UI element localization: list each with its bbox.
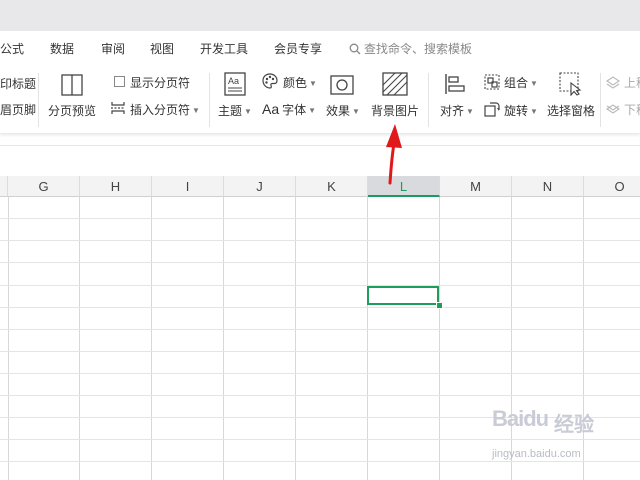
formula-bar[interactable]: [0, 145, 640, 177]
search-icon: [349, 43, 361, 55]
theme-label: 主题: [218, 104, 243, 118]
search-placeholder: 查找命令、搜索模板: [364, 42, 473, 56]
menu-data[interactable]: 数据: [50, 40, 74, 57]
align-label: 对齐: [440, 104, 465, 118]
effects-icon: [330, 75, 354, 95]
active-cell[interactable]: [367, 286, 439, 305]
column-header-i[interactable]: I: [152, 176, 224, 197]
chevron-down-icon: ▼: [352, 107, 360, 116]
page-break-preview-button[interactable]: 分页预览: [48, 102, 96, 119]
group-button[interactable]: 组合 ▼: [504, 74, 538, 91]
grid-line: [0, 262, 640, 263]
send-backward-button[interactable]: 下移: [624, 101, 640, 118]
baidu-jingyan-watermark: Baidu 经验 jingyan.baidu.com: [492, 406, 612, 466]
background-image-button[interactable]: 背景图片: [371, 102, 419, 119]
group-icon: [484, 74, 500, 90]
chevron-down-icon: ▼: [192, 106, 200, 115]
chevron-down-icon: ▼: [244, 107, 252, 116]
print-title-button[interactable]: 印标题: [0, 75, 36, 92]
group-label: 组合: [504, 76, 529, 90]
chevron-down-icon: ▼: [466, 107, 474, 116]
effects-label: 效果: [326, 104, 351, 118]
grid-line: [0, 329, 640, 330]
effects-button[interactable]: 效果 ▼: [326, 102, 360, 119]
svg-text:Aa: Aa: [228, 76, 239, 86]
command-search[interactable]: 查找命令、搜索模板: [349, 40, 472, 57]
bring-forward-icon: [606, 76, 620, 89]
watermark-logo-cn: 经验: [554, 414, 594, 436]
theme-icon: Aa: [224, 72, 246, 96]
menu-member[interactable]: 会员专享: [274, 40, 322, 57]
ribbon-separator: [428, 73, 429, 127]
grid-line: [0, 395, 640, 396]
chevron-down-icon: ▼: [308, 106, 317, 115]
column-header-l[interactable]: L: [368, 176, 440, 197]
insert-page-break-label: 插入分页符: [130, 103, 191, 117]
menu-review[interactable]: 审阅: [101, 40, 125, 57]
font-icon: Aa: [262, 101, 280, 117]
grid-line: [0, 307, 640, 308]
watermark-logo: Baidu: [492, 406, 549, 431]
selection-pane-button[interactable]: 选择窗格: [547, 102, 595, 119]
background-image-icon: [382, 72, 408, 96]
header-footer-button[interactable]: 眉页脚: [0, 101, 36, 118]
show-page-breaks-checkbox[interactable]: [114, 76, 125, 87]
column-header-f[interactable]: [0, 176, 8, 197]
selection-pane-icon: [559, 72, 582, 96]
colors-label: 颜色: [283, 76, 308, 90]
column-header-h[interactable]: H: [80, 176, 152, 197]
rotate-label: 旋转: [504, 104, 529, 118]
chevron-down-icon: ▼: [309, 79, 317, 88]
insert-page-break-icon: [111, 102, 125, 114]
page-break-preview-icon: [61, 74, 83, 96]
grid-line: [0, 285, 640, 286]
insert-page-break-button[interactable]: 插入分页符 ▼: [130, 101, 200, 118]
page-layout-ribbon: 印标题 眉页脚 分页预览 显示分页符 插入分页符 ▼ Aa 主题 ▼ 颜色 ▼ Aa 字…: [0, 65, 640, 133]
grid-line: [0, 240, 640, 241]
font-label: 字体: [282, 103, 307, 117]
chevron-down-icon: ▼: [530, 79, 538, 88]
column-header-n[interactable]: N: [512, 176, 584, 197]
spreadsheet-grid[interactable]: G H I J K L M N O Baidu 经验 jingyan.baidu…: [0, 176, 640, 480]
column-header-k[interactable]: K: [296, 176, 368, 197]
show-page-breaks-label: 显示分页符: [130, 76, 191, 90]
align-icon: [445, 74, 465, 94]
bring-forward-button[interactable]: 上移: [624, 74, 640, 91]
rotate-icon: [484, 102, 500, 117]
column-header-o[interactable]: O: [584, 176, 640, 197]
menu-formulas[interactable]: 公式: [0, 40, 24, 57]
grid-line: [0, 218, 640, 219]
font-button[interactable]: Aa 字体 ▼: [262, 101, 316, 118]
fill-handle[interactable]: [436, 302, 443, 309]
column-header-g[interactable]: G: [8, 176, 80, 197]
menu-developer[interactable]: 开发工具: [200, 40, 248, 57]
column-header-j[interactable]: J: [224, 176, 296, 197]
theme-button[interactable]: 主题 ▼: [218, 102, 252, 119]
ribbon-separator: [209, 73, 210, 127]
ribbon-separator: [38, 73, 39, 127]
chevron-down-icon: ▼: [530, 107, 538, 116]
grid-line: [0, 373, 640, 374]
menu-bar: 公式 数据 审阅 视图 开发工具 会员专享 查找命令、搜索模板: [0, 31, 640, 65]
menu-view[interactable]: 视图: [150, 40, 174, 57]
align-button[interactable]: 对齐 ▼: [440, 102, 474, 119]
colors-button[interactable]: 颜色 ▼: [283, 74, 317, 91]
rotate-button[interactable]: 旋转 ▼: [504, 102, 538, 119]
ribbon-separator: [600, 73, 601, 127]
palette-icon: [262, 73, 278, 89]
title-bar: [0, 0, 640, 31]
watermark-url: jingyan.baidu.com: [492, 448, 581, 460]
column-header-m[interactable]: M: [440, 176, 512, 197]
send-backward-icon: [606, 104, 620, 114]
grid-line: [0, 351, 640, 352]
